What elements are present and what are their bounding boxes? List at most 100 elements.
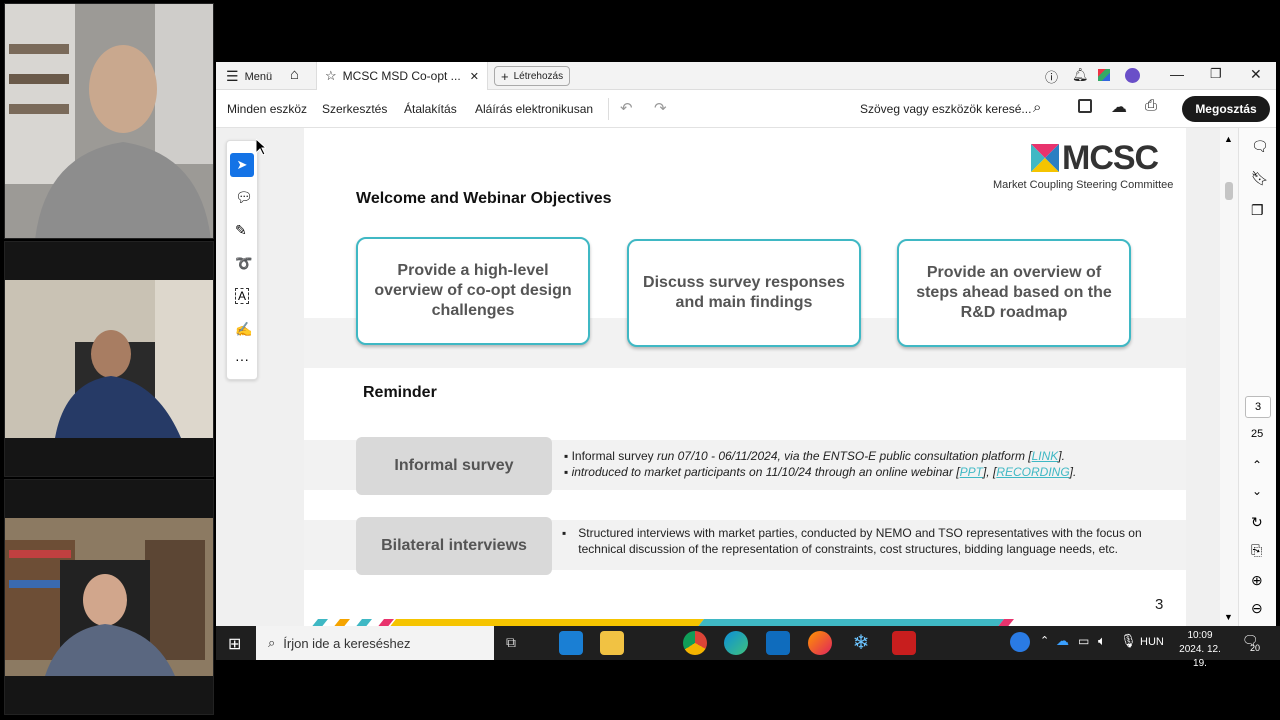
video-tile-participant-3[interactable] (4, 479, 214, 715)
mcsc-logo-icon (1031, 144, 1059, 172)
link-ppt[interactable]: PPT (960, 465, 983, 479)
acrobat-window: ☰ Menü ⌂ ☆ MCSC MSD Co-opt ... ✕ + Létre… (216, 62, 1276, 626)
snowflake-app-icon[interactable]: ❄ (849, 631, 873, 655)
link-recording[interactable]: RECORDING (996, 465, 1069, 479)
bookmark-icon[interactable]: 🔖︎ (1251, 170, 1269, 187)
vertical-scrollbar[interactable]: ▲ ▼ (1220, 128, 1238, 626)
print-icon[interactable]: ⎙ (1145, 97, 1157, 114)
redo-icon[interactable]: ↷ (654, 99, 667, 117)
taskbar-search-input[interactable]: ⌕ Írjon ide a kereséshez (256, 626, 494, 660)
pages-icon[interactable]: ❐ (1251, 202, 1264, 219)
toolbar-item-esign[interactable]: Aláírás elektronikusan (475, 102, 593, 116)
bilateral-interviews-pill: Bilateral interviews (356, 517, 552, 575)
participant-3-video (5, 480, 213, 714)
logo-wordmark: MCSC (1062, 139, 1159, 177)
highlight-tool-icon[interactable]: ✎ (235, 222, 247, 239)
next-page-icon[interactable]: ⌄ (1252, 484, 1262, 498)
plus-icon: + (501, 68, 509, 84)
objective-box-1: Provide a high-level overview of co-opt … (356, 237, 590, 345)
video-tile-participant-2[interactable] (4, 241, 214, 477)
toolbar-item-convert[interactable]: Átalakítás (404, 102, 457, 116)
pdf-page: MCSC Market Coupling Steering Committee … (304, 128, 1186, 626)
clock[interactable]: 10:09 2024. 12. 19. (1172, 629, 1228, 671)
share-button[interactable]: Megosztás (1182, 96, 1270, 122)
file-explorer-icon[interactable] (600, 631, 624, 655)
zoom-in-icon[interactable]: ⊕ (1251, 572, 1263, 589)
scroll-up-icon[interactable]: ▲ (1224, 134, 1233, 144)
undo-icon[interactable]: ↶ (620, 99, 633, 117)
star-icon[interactable]: ☆ (325, 68, 337, 84)
scroll-down-icon[interactable]: ▼ (1224, 612, 1233, 622)
network-icon[interactable]: ▭ (1078, 634, 1089, 648)
current-page-input[interactable]: 3 (1245, 396, 1271, 418)
avatar[interactable] (1125, 68, 1140, 83)
total-pages: 25 (1251, 428, 1264, 440)
informal-bullets: ▪ Informal survey run 07/10 - 06/11/2024… (564, 448, 1164, 480)
search-icon: ⌕ (268, 635, 276, 650)
tray-chevron-icon[interactable]: ⌃ (1040, 634, 1049, 647)
bilateral-bullet: ▪ Structured interviews with market part… (562, 526, 1142, 556)
prev-page-icon[interactable]: ⌃ (1252, 458, 1262, 472)
acrobat-taskbar-icon[interactable] (892, 631, 916, 655)
select-tool-icon[interactable]: ➤ (230, 153, 254, 177)
firefox-icon[interactable] (808, 631, 832, 655)
reminder-title: Reminder (363, 384, 437, 401)
rotate-icon[interactable]: ↻ (1251, 514, 1263, 531)
sign-tool-icon[interactable]: ✍ (235, 321, 252, 338)
restore-icon[interactable]: ❐ (1210, 66, 1222, 82)
hamburger-icon: ☰ (226, 68, 239, 84)
edge-legacy-icon[interactable] (559, 631, 583, 655)
more-tools-icon[interactable]: ··· (235, 351, 249, 367)
slide-page-number: 3 (1155, 596, 1164, 613)
notification-center-icon[interactable]: 🗨︎ 20 (1242, 633, 1262, 653)
save-icon[interactable] (1078, 99, 1092, 113)
document-viewer[interactable]: MCSC Market Coupling Steering Committee … (216, 128, 1276, 626)
participant-2-video (5, 242, 213, 476)
mouse-cursor (256, 139, 266, 155)
link-consultation[interactable]: LINK (1032, 449, 1059, 463)
draw-tool-icon[interactable]: ➰ (235, 255, 252, 272)
help-icon[interactable]: ⓘ (1045, 67, 1058, 86)
windows-start-icon[interactable]: ⊞ (228, 634, 241, 654)
slide-title: Welcome and Webinar Objectives (356, 190, 612, 207)
comments-icon[interactable]: 🗨︎ (1251, 138, 1269, 155)
toolbar-item-edit[interactable]: Szerkesztés (322, 102, 387, 116)
tab-document[interactable]: ☆ MCSC MSD Co-opt ... ✕ (316, 62, 488, 90)
informal-bullet-1: ▪ Informal survey run 07/10 - 06/11/2024… (564, 449, 1065, 463)
text-tool-icon[interactable]: A (235, 288, 250, 304)
zoom-out-icon[interactable]: ⊖ (1251, 600, 1263, 617)
volume-icon[interactable]: 🔈︎ (1098, 633, 1106, 649)
search-icon[interactable]: ⌕ (1033, 99, 1041, 116)
edge-icon[interactable] (724, 631, 748, 655)
microphone-icon[interactable]: 🎙︎ (1120, 633, 1137, 649)
close-window-icon[interactable]: ✕ (1250, 66, 1262, 83)
menu-button[interactable]: ☰ Menü (226, 68, 272, 85)
toolbar-divider (608, 98, 609, 120)
extract-page-icon[interactable]: ⎘ (1251, 542, 1262, 559)
comment-tool-icon[interactable]: 💬︎ (235, 189, 253, 206)
help-tray-icon[interactable] (1010, 632, 1030, 652)
chrome-icon[interactable] (683, 631, 707, 655)
main-toolbar: Minden eszköz Szerkesztés Átalakítás Alá… (216, 90, 1276, 128)
scroll-thumb[interactable] (1225, 182, 1233, 200)
informal-survey-pill: Informal survey (356, 437, 552, 495)
create-button[interactable]: + Létrehozás (494, 66, 571, 86)
upload-cloud-icon[interactable]: ☁ (1111, 97, 1127, 117)
bell-icon[interactable]: 🔔︎ (1072, 67, 1089, 83)
video-tile-participant-1[interactable] (4, 3, 214, 239)
home-icon[interactable]: ⌂ (290, 66, 299, 83)
toolbar-item-all-tools[interactable]: Minden eszköz (227, 102, 307, 116)
participant-1-video (5, 4, 213, 238)
minimize-icon[interactable]: — (1170, 66, 1184, 82)
task-view-icon[interactable]: ⧉ (506, 634, 516, 651)
apps-icon[interactable] (1098, 69, 1110, 81)
outlook-icon[interactable] (766, 631, 790, 655)
windows-taskbar: ⊞ ⌕ Írjon ide a kereséshez ⧉ ❄ ⌃ ☁ ▭ 🔈︎ … (216, 626, 1280, 669)
language-indicator[interactable]: HUN (1140, 636, 1164, 648)
close-tab-icon[interactable]: ✕ (470, 70, 479, 83)
objective-box-3: Provide an overview of steps ahead based… (897, 239, 1131, 347)
title-bar: ☰ Menü ⌂ ☆ MCSC MSD Co-opt ... ✕ + Létre… (216, 62, 1276, 90)
onedrive-icon[interactable]: ☁ (1056, 633, 1069, 649)
tool-search-input[interactable]: Szöveg vagy eszközök keresé... (860, 102, 1031, 116)
decorative-stripe (304, 616, 1186, 626)
